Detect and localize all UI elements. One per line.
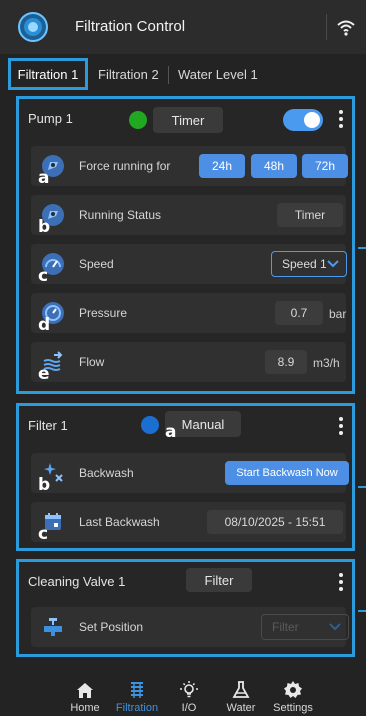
nav-io[interactable]: I/O	[159, 680, 219, 714]
running-status-row: b Running Status Timer	[31, 195, 346, 237]
flow-row: e Flow 8.9 m3/h	[31, 342, 346, 384]
pump-mode-button[interactable]: Timer	[153, 107, 223, 133]
force-48h-button[interactable]: 48h	[251, 154, 297, 178]
valve-mode-button[interactable]: Filter	[186, 568, 252, 592]
nav-filtration[interactable]: Filtration	[107, 680, 167, 714]
position-select-value: Filter	[272, 620, 299, 634]
filter-section: Filter 1 Manual a b Backwash Start Backw…	[16, 403, 355, 551]
nav-settings[interactable]: Settings	[263, 680, 323, 714]
position-select[interactable]: Filter	[261, 614, 349, 640]
flow-value: 8.9	[265, 350, 307, 374]
speed-label: Speed	[79, 257, 114, 271]
app-title: Filtration Control	[75, 18, 186, 35]
bottom-navigation: Home Filtration I/O Water Settings	[0, 668, 366, 716]
chevron-down-icon	[327, 260, 339, 268]
app-header: Filtration Control	[0, 0, 366, 54]
last-backwash-marker-letter: c	[38, 524, 49, 544]
header-divider	[326, 14, 327, 40]
flask-icon	[232, 681, 250, 698]
speed-row: c Speed Speed 1	[31, 244, 347, 286]
filter-more-icon[interactable]	[338, 416, 344, 436]
pressure-label: Pressure	[79, 306, 128, 320]
speed-select[interactable]: Speed 1	[271, 251, 347, 277]
last-backwash-row: c Last Backwash 08/10/2025 - 15:51	[31, 502, 346, 544]
filter-section-edge-mark	[358, 486, 366, 488]
pump-section: Pump 1 Timer a Force running for 24h 48h…	[16, 96, 355, 394]
filter-header: Filter 1 Manual a	[19, 406, 352, 448]
pump-header: Pump 1 Timer	[19, 99, 352, 141]
nav-filtration-label: Filtration	[115, 702, 159, 714]
valve-header: Cleaning Valve 1 Filter	[19, 562, 352, 604]
wifi-icon[interactable]	[336, 17, 356, 37]
backwash-marker-letter: b	[38, 475, 51, 495]
start-backwash-button[interactable]: Start Backwash Now	[225, 461, 349, 485]
status-marker-letter: b	[38, 217, 51, 237]
force-72h-button[interactable]: 72h	[302, 154, 348, 178]
flow-marker-letter: e	[38, 364, 50, 384]
speed-select-value: Speed 1	[282, 257, 327, 271]
force-running-row: a Force running for 24h 48h 72h	[31, 146, 348, 188]
flow-label: Flow	[79, 355, 105, 369]
nav-io-label: I/O	[181, 702, 197, 714]
tab-filtration-1[interactable]: Filtration 1	[8, 58, 88, 90]
nav-settings-label: Settings	[273, 702, 313, 714]
tab-water-level-1[interactable]: Water Level 1	[178, 58, 258, 90]
tab-bar: Filtration 1 Filtration 2 Water Level 1	[0, 58, 366, 92]
force-marker-letter: a	[38, 168, 50, 188]
nav-home[interactable]: Home	[55, 680, 115, 714]
nav-water-label: Water	[226, 702, 256, 714]
filter-mode-label: Manual	[181, 416, 225, 432]
pressure-unit: bar	[329, 307, 347, 321]
pump-enable-toggle[interactable]	[283, 109, 323, 131]
valve-more-icon[interactable]	[338, 572, 344, 592]
filter-title: Filter 1	[28, 418, 68, 433]
force-running-label: Force running for	[79, 159, 171, 173]
chevron-down-icon	[329, 623, 341, 631]
app-logo-icon	[18, 12, 48, 42]
pump-title: Pump 1	[28, 111, 73, 126]
nav-water[interactable]: Water	[211, 680, 271, 714]
backwash-label: Backwash	[79, 466, 134, 480]
gear-icon	[284, 681, 302, 698]
pressure-marker-letter: d	[38, 315, 51, 335]
filter-status-indicator	[141, 416, 159, 434]
pump-more-icon[interactable]	[338, 109, 344, 129]
force-24h-button[interactable]: 24h	[199, 154, 245, 178]
cleaning-valve-section: Cleaning Valve 1 Filter Set Position Fil…	[16, 559, 355, 657]
pressure-value: 0.7	[275, 301, 323, 325]
pressure-row: d Pressure 0.7 bar	[31, 293, 347, 335]
tab-filtration-2[interactable]: Filtration 2	[98, 58, 159, 90]
running-status-value: Timer	[277, 203, 343, 227]
valve-title: Cleaning Valve 1	[28, 574, 126, 589]
speed-marker-letter: c	[38, 266, 49, 286]
running-status-label: Running Status	[79, 208, 162, 222]
tab-divider	[168, 66, 169, 84]
last-backwash-value: 08/10/2025 - 15:51	[207, 510, 343, 534]
nav-home-label: Home	[70, 702, 100, 714]
home-icon	[77, 683, 93, 698]
backwash-row: b Backwash Start Backwash Now	[31, 453, 349, 495]
last-backwash-label: Last Backwash	[79, 515, 160, 529]
flow-unit: m3/h	[313, 356, 340, 370]
pump-status-indicator	[129, 111, 147, 129]
valve-section-edge-mark	[358, 610, 366, 612]
filtration-icon	[131, 682, 143, 698]
lightbulb-icon	[180, 681, 198, 698]
set-position-row: Set Position Filter	[31, 607, 349, 647]
pump-section-edge-mark	[358, 247, 366, 249]
valve-icon	[44, 618, 62, 636]
set-position-label: Set Position	[79, 620, 144, 634]
filter-mode-marker-letter: a	[165, 422, 177, 442]
